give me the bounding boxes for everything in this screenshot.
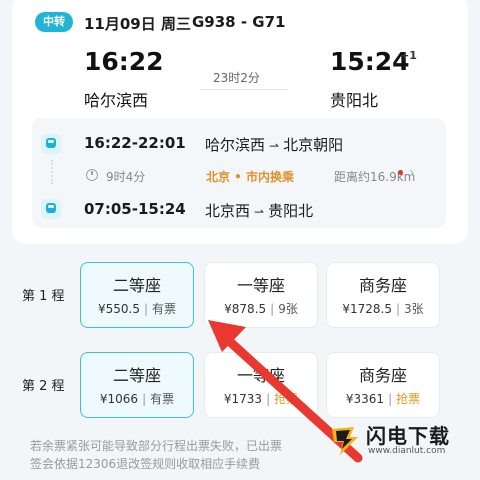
seat-price-status: ¥878.5 | 9张 [224, 302, 298, 316]
train-icon [41, 134, 61, 154]
seat-name: 商务座 [358, 276, 407, 295]
segment-1-to: 北京朝阳 [283, 136, 344, 154]
train-numbers: G938 - G71 [192, 13, 286, 31]
seat-option-second-class[interactable]: 二等座 ¥550.5 | 有票 [80, 262, 194, 328]
total-duration: 23时2分 [213, 71, 260, 85]
arrival-day-offset: +1 [400, 49, 417, 62]
seat-name: 一等座 [236, 276, 285, 295]
seat-price-status: ¥550.5 | 有票 [97, 302, 177, 316]
watermark-logo: 闪电下载 www.dianlut.com [328, 420, 474, 466]
seat-name: 二等座 [112, 276, 161, 295]
seat-name: 商务座 [358, 366, 407, 385]
departure-time: 16:22 [84, 47, 164, 76]
travel-date: 11月09日 周三 [84, 15, 191, 33]
seat-option-business-class[interactable]: 商务座 ¥3361 | 抢票 [326, 352, 440, 418]
right-arrow-icon: ⇀ [269, 139, 280, 153]
seat-price-status: ¥1066 | 有票 [99, 392, 175, 406]
segment-2-to: 贵阳北 [268, 202, 314, 220]
transfer-badge: 中转 [35, 12, 73, 32]
leg-1-label: 第 1 程 [22, 289, 65, 304]
transfer-distance: 距离约16.9km [334, 170, 416, 184]
departure-station: 哈尔滨西 [84, 91, 149, 110]
arrival-station: 贵阳北 [330, 91, 379, 110]
segment-2-time: 07:05-15:24 [84, 200, 186, 218]
seat-option-first-class[interactable]: 一等座 ¥878.5 | 9张 [204, 262, 318, 328]
lightning-logo-icon [332, 427, 358, 455]
notification-dot [398, 170, 403, 175]
segment-1-time: 16:22-22:01 [84, 134, 186, 152]
seat-option-first-class[interactable]: 一等座 ¥1733 | 抢票 [204, 352, 318, 418]
segment-2-from: 北京西 [205, 202, 251, 220]
right-arrow-icon: ⇀ [254, 205, 265, 219]
arrival-time: 15:24 [330, 47, 410, 76]
segment-1-route: 哈尔滨西 ⇀ 北京朝阳 [205, 134, 343, 155]
seat-price-status: ¥3361 | 抢票 [345, 392, 421, 406]
duration-line [200, 89, 288, 90]
segment-2-route: 北京西 ⇀ 贵阳北 [205, 200, 313, 221]
watermark-name: 闪电下载 [366, 424, 450, 448]
transfer-wait: 9时4分 [106, 170, 146, 184]
seat-name: 二等座 [112, 366, 161, 385]
connector-dots [51, 160, 53, 184]
seat-option-second-class[interactable]: 二等座 ¥1066 | 有票 [80, 352, 194, 418]
seat-name: 一等座 [236, 366, 285, 385]
train-icon [41, 199, 61, 219]
seat-price-status: ¥1733 | 抢票 [223, 392, 299, 406]
seat-option-business-class[interactable]: 商务座 ¥1728.5 | 3张 [326, 262, 440, 328]
clock-icon [86, 169, 98, 181]
chevron-right-icon[interactable]: › [409, 165, 415, 181]
segment-1-from: 哈尔滨西 [205, 136, 266, 154]
leg-2-label: 第 2 程 [22, 379, 65, 394]
seat-price-status: ¥1728.5 | 3张 [342, 302, 424, 316]
transfer-label[interactable]: 北京 • 市内换乘 [206, 168, 294, 185]
watermark-url: www.dianlut.com [368, 446, 446, 456]
